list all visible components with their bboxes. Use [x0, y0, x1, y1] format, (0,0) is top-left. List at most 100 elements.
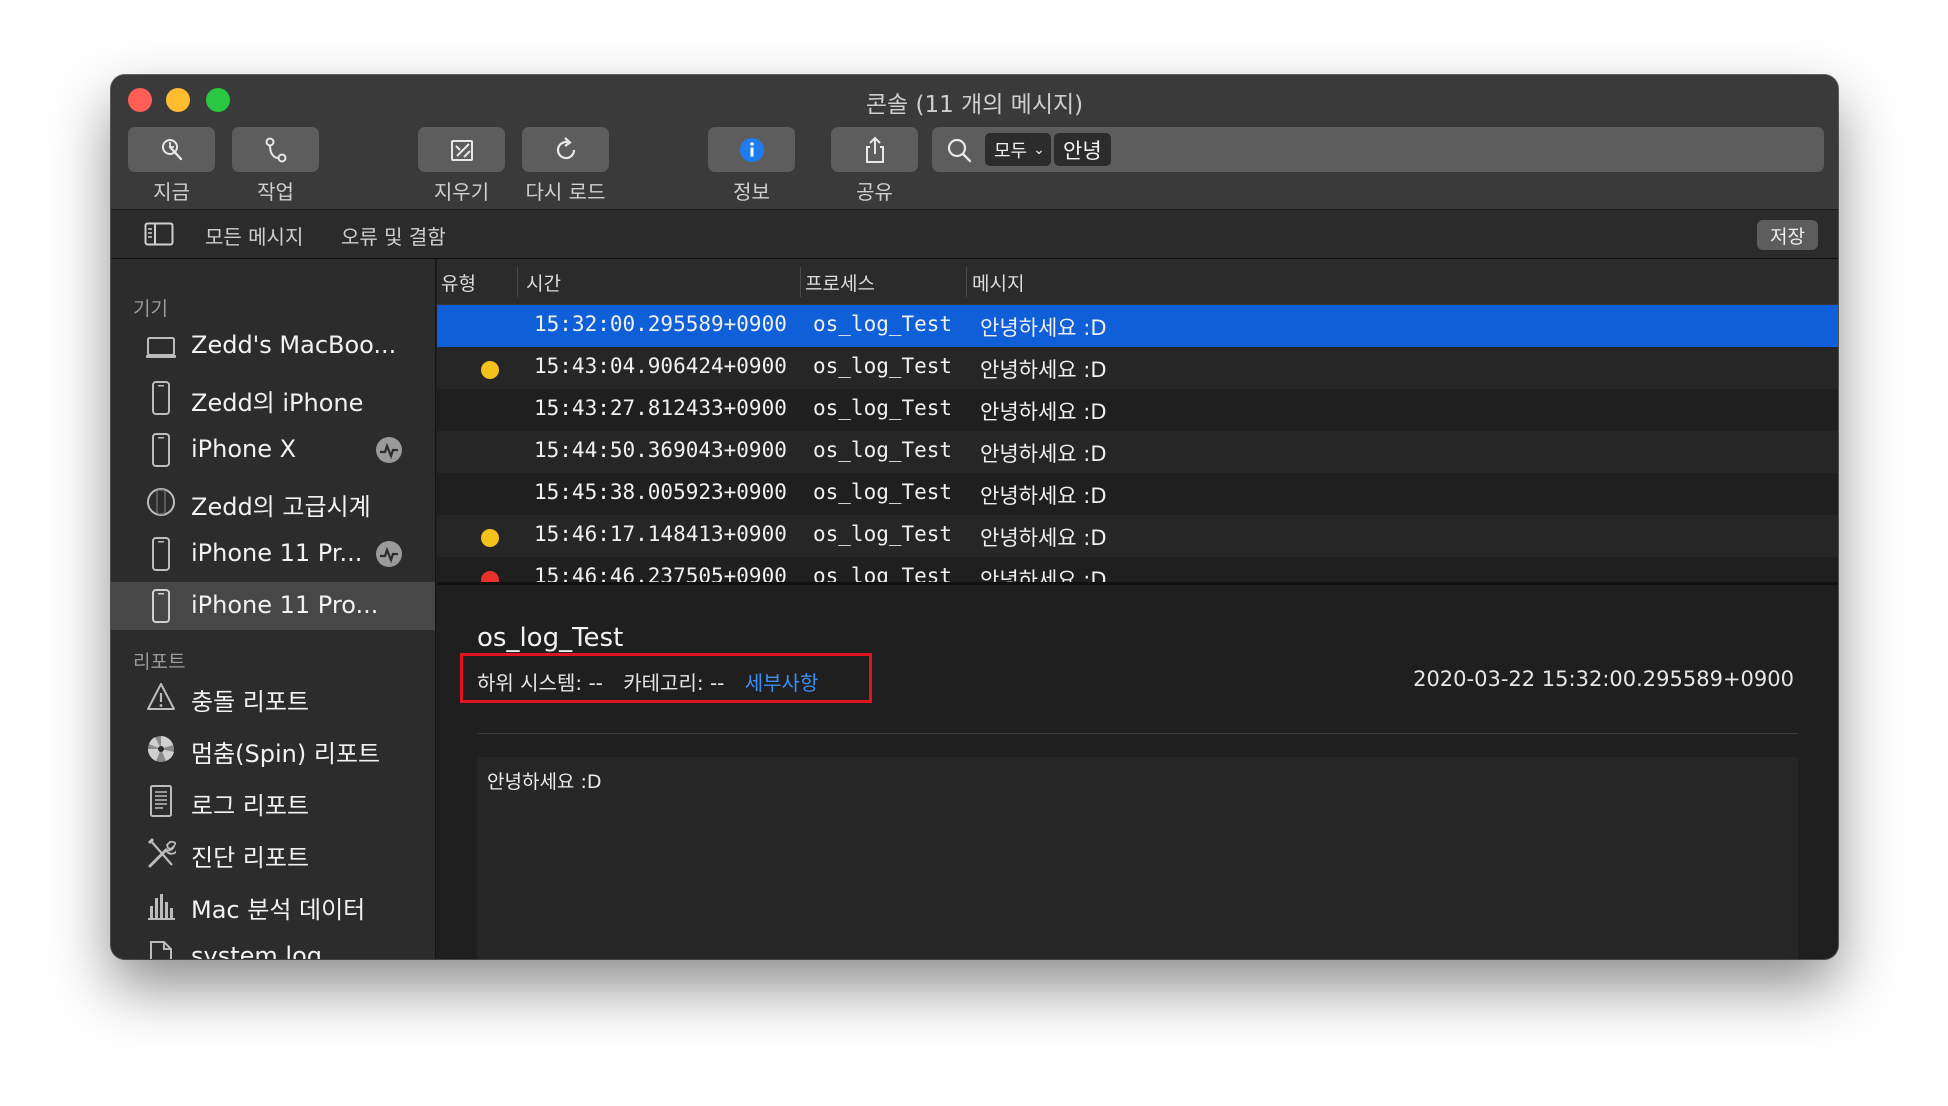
row-process: os_log_Test	[813, 312, 953, 336]
iphone-icon	[152, 433, 170, 467]
table-row[interactable]: 15:46:17.148413+0900 os_log_Test 안녕하세요 :…	[437, 515, 1838, 557]
sidebar-item-label: iPhone X	[191, 435, 297, 463]
table-row[interactable]: 15:43:27.812433+0900 os_log_Test 안녕하세요 :…	[437, 389, 1838, 431]
row-process: os_log_Test	[813, 396, 953, 420]
warning-icon	[147, 683, 175, 710]
reload-icon	[556, 136, 575, 159]
now-button[interactable]	[128, 127, 215, 172]
sidebar-item-diagnostic-reports[interactable]: 진단 리포트	[111, 829, 435, 877]
column-header-type[interactable]: 유형	[441, 269, 476, 296]
table-header: 유형 시간 프로세스 메시지	[437, 259, 1838, 305]
table-row[interactable]: 15:46:46.237505+0900 os_log_Test 안녕하세요 :…	[437, 557, 1838, 585]
search-field[interactable]: 모두 ⌄ 안녕	[932, 127, 1824, 172]
iphone-icon	[152, 589, 170, 623]
sidebar-item-label: system.log	[191, 942, 322, 959]
row-message: 안녕하세요 :D	[980, 484, 1107, 508]
sidebar-item-log-reports[interactable]: 로그 리포트	[111, 777, 435, 825]
search-token[interactable]: 안녕	[1054, 133, 1111, 166]
row-process: os_log_Test	[813, 438, 953, 462]
activities-label: 작업	[257, 180, 294, 204]
sidebar-item-label: Zedd의 고급시계	[191, 493, 371, 521]
table-row[interactable]: 15:32:00.295589+0900 os_log_Test 안녕하세요 :…	[437, 305, 1838, 347]
row-message: 안녕하세요 :D	[980, 400, 1107, 424]
row-time: 15:32:00.295589+0900	[534, 312, 787, 336]
iphone-icon	[152, 537, 170, 571]
sidebar-item-iphone-11-pro-a[interactable]: iPhone 11 Pr...	[111, 530, 435, 578]
search-scope-dropdown[interactable]: 모두 ⌄	[985, 133, 1051, 166]
tools-icon	[147, 837, 176, 868]
filter-errors-faults[interactable]: 오류 및 결함	[341, 221, 446, 250]
log-icon	[150, 785, 172, 817]
sidebar-item-label: Zedd의 iPhone	[191, 389, 364, 417]
reload-label: 다시 로드	[525, 180, 606, 204]
laptop-icon	[146, 337, 176, 358]
sidebar-item-iphone-x[interactable]: iPhone X	[111, 426, 435, 474]
row-message: 안녕하세요 :D	[980, 358, 1107, 382]
column-separator[interactable]	[966, 267, 967, 297]
row-process: os_log_Test	[813, 522, 953, 546]
row-time: 15:44:50.369043+0900	[534, 438, 787, 462]
sidebar-item-label: Mac 분석 데이터	[191, 896, 366, 924]
divider	[477, 733, 1798, 734]
row-process: os_log_Test	[813, 354, 953, 378]
window-title: 콘솔 (11 개의 메시지)	[865, 92, 1084, 118]
chart-icon	[148, 894, 175, 920]
now-label: 지금	[153, 180, 190, 204]
sidebar-item-mac-analytics[interactable]: Mac 분석 데이터	[111, 881, 435, 929]
sidebar-item-spin-reports[interactable]: 멈춤(Spin) 리포트	[111, 725, 435, 773]
sidebar-item-label: 로그 리포트	[191, 792, 310, 820]
sidebar-item-label: 멈춤(Spin) 리포트	[191, 740, 381, 768]
share-label: 공유	[856, 180, 893, 204]
sidebar-item-label: iPhone 11 Pro...	[191, 591, 379, 619]
info-icon	[739, 137, 764, 162]
sidebar-toggle-icon[interactable]	[144, 222, 174, 246]
sidebar-item-label: 진단 리포트	[191, 844, 310, 872]
row-time: 15:43:27.812433+0900	[534, 396, 787, 420]
row-message: 안녕하세요 :D	[980, 316, 1107, 340]
detail-message: 안녕하세요 :D	[487, 771, 602, 793]
sidebar-item-crash-reports[interactable]: 충돌 리포트	[111, 673, 435, 721]
column-separator[interactable]	[517, 267, 518, 297]
sidebar-item-zedd-iphone[interactable]: Zedd의 iPhone	[111, 374, 435, 422]
sidebar-item-zedd-watch[interactable]: Zedd의 고급시계	[111, 478, 435, 526]
table-row[interactable]: 15:45:38.005923+0900 os_log_Test 안녕하세요 :…	[437, 473, 1838, 515]
save-button[interactable]: 저장	[1757, 220, 1818, 250]
info-button[interactable]	[708, 127, 795, 172]
sidebar-item-system-log[interactable]: system.log	[111, 933, 435, 959]
detail-pane: os_log_Test 하위 시스템: -- 카테고리: -- 세부사항 202…	[437, 585, 1838, 959]
reload-button[interactable]	[522, 127, 609, 172]
type-dot-icon	[481, 361, 499, 379]
activities-button[interactable]	[232, 127, 319, 172]
sidebar-item-iphone-11-pro-b[interactable]: iPhone 11 Pro...	[111, 582, 435, 630]
column-header-process[interactable]: 프로세스	[805, 269, 875, 296]
row-time: 15:45:38.005923+0900	[534, 480, 787, 504]
highlight-box	[460, 653, 872, 703]
log-table: 유형 시간 프로세스 메시지 15:32:00.295589+0900 os_l…	[437, 259, 1838, 585]
sidebar-item-label: 충돌 리포트	[191, 688, 310, 716]
filter-all-messages[interactable]: 모든 메시지	[205, 221, 303, 250]
row-message: 안녕하세요 :D	[980, 526, 1107, 550]
sidebar-item-macbook[interactable]: Zedd's MacBoo...	[111, 322, 435, 370]
clear-button[interactable]	[418, 127, 505, 172]
column-header-time[interactable]: 시간	[526, 269, 561, 296]
clear-icon	[450, 139, 473, 161]
watch-icon	[147, 488, 175, 516]
iphone-icon	[152, 381, 170, 415]
now-icon	[161, 138, 182, 160]
activity-icon[interactable]	[375, 540, 403, 568]
table-row[interactable]: 15:43:04.906424+0900 os_log_Test 안녕하세요 :…	[437, 347, 1838, 389]
column-header-message[interactable]: 메시지	[972, 269, 1024, 296]
detail-message-area[interactable]: 안녕하세요 :D	[477, 757, 1798, 959]
activity-icon[interactable]	[375, 436, 403, 464]
row-time: 15:46:17.148413+0900	[534, 522, 787, 546]
column-separator[interactable]	[800, 267, 801, 297]
clear-label: 지우기	[433, 180, 490, 204]
table-row[interactable]: 15:44:50.369043+0900 os_log_Test 안녕하세요 :…	[437, 431, 1838, 473]
info-label: 정보	[733, 180, 770, 204]
chevron-down-icon: ⌄	[1033, 141, 1045, 158]
row-time: 15:43:04.906424+0900	[534, 354, 787, 378]
spin-icon	[148, 736, 174, 762]
share-button[interactable]	[831, 127, 918, 172]
row-message: 안녕하세요 :D	[980, 442, 1107, 466]
console-window: 콘솔 (11 개의 메시지) 지금 작업 지우기 다시 로드 정보 공유 모두 …	[111, 75, 1838, 959]
